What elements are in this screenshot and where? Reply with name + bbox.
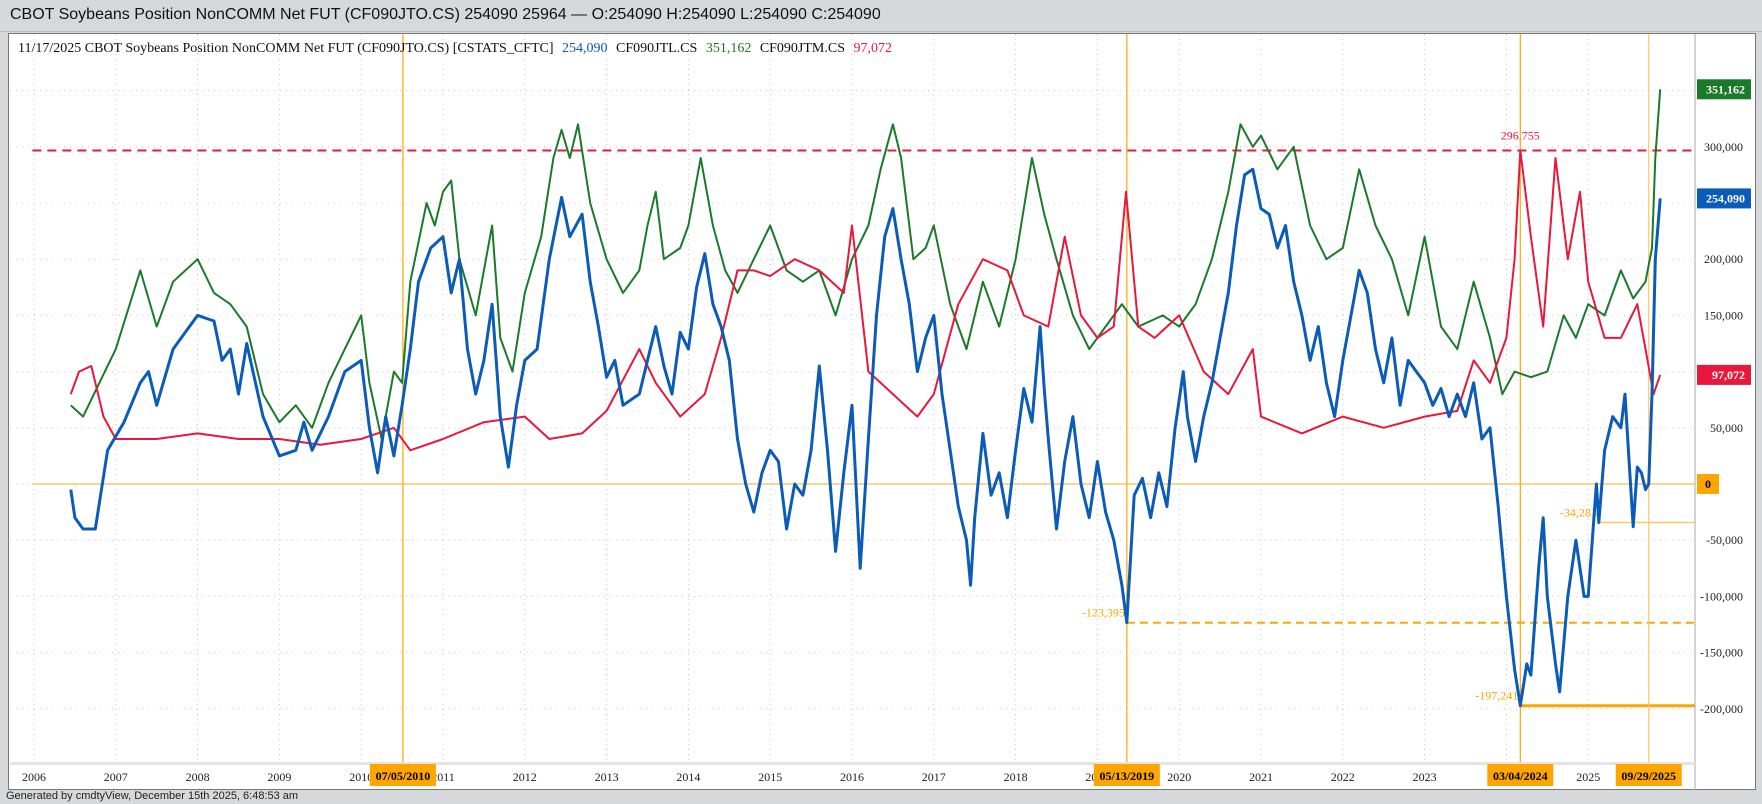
value-badges: 07/05/2010 05/13/2019 03/04/2024 09/29/2025… — [369, 79, 1751, 786]
x-tick-label: 2012 — [513, 770, 537, 784]
x-tick-label: 2008 — [186, 770, 210, 784]
legend-prefix: 11/17/2025 CBOT Soybeans Position NonCOM… — [18, 41, 554, 56]
x-tick-label: 2013 — [595, 770, 619, 784]
date-badge-label: 03/04/2024 — [1493, 769, 1548, 783]
x-tick-label: 2017 — [922, 770, 946, 784]
x-tick-label: 2021 — [1249, 770, 1273, 784]
horizontal-markers: 296,755-34,283-123,395-197,241 — [32, 128, 1695, 708]
last-value-label-long: 351,162 — [1706, 82, 1745, 96]
y-tick-label: -50,000 — [1706, 533, 1743, 547]
y-tick-label: 300,000 — [1704, 140, 1743, 154]
y-tick-label: 50,000 — [1710, 421, 1743, 435]
zero-badge-label: 0 — [1705, 477, 1711, 491]
series-lines — [69, 89, 1662, 708]
x-tick-label: 2007 — [104, 770, 128, 784]
x-axis-band — [10, 762, 1695, 765]
y-tick-label: 200,000 — [1704, 252, 1743, 266]
y-tick-label: -150,000 — [1700, 646, 1743, 660]
x-tick-label: 2015 — [758, 770, 782, 784]
x-tick-label: 2025 — [1576, 770, 1600, 784]
chart-svg[interactable]: 296,755-34,283-123,395-197,241 300,00020… — [0, 0, 1762, 804]
legend-short-value: 97,072 — [854, 41, 893, 56]
y-tick-label: 150,000 — [1704, 308, 1743, 322]
x-tick-label: 2006 — [22, 770, 46, 784]
series-line-short — [69, 149, 1662, 452]
date-badge-label: 07/05/2010 — [376, 769, 431, 783]
x-tick-label: 2010 — [349, 770, 373, 784]
marker-value-label: -197,241 — [1475, 689, 1518, 703]
x-tick-label: 2022 — [1331, 770, 1355, 784]
x-tick-label: 2020 — [1167, 770, 1191, 784]
footer: Generated by cmdtyView, December 15th 20… — [6, 790, 298, 802]
series-line-long — [70, 89, 1662, 440]
x-tick-label: 2009 — [267, 770, 291, 784]
date-badge-label: 05/13/2019 — [1100, 769, 1155, 783]
x-tick-label: 2018 — [1004, 770, 1028, 784]
x-tick-label: 2014 — [676, 770, 700, 784]
marker-value-label: -34,283 — [1560, 506, 1597, 520]
legend-long-symbol: CF090JTL.CS — [616, 41, 697, 56]
y-axis: 300,000 200,000 150,000 50,000 -50,000 -100,0… — [1694, 34, 1743, 790]
legend-net-value: 254,090 — [562, 41, 608, 56]
footer-text: Generated by cmdtyView, December 15th 20… — [6, 790, 299, 802]
x-axis: 2006 2007 2008 2009 2010 2011 2012 2013 2014 2015… — [10, 762, 1695, 784]
last-value-label-short: 97,072 — [1712, 368, 1745, 382]
y-tick-label: -200,000 — [1700, 702, 1743, 716]
y-tick-label: -100,000 — [1700, 589, 1743, 603]
legend: 11/17/2025 CBOT Soybeans Position NonCOM… — [18, 41, 892, 56]
legend-short-symbol: CF090JTM.CS — [760, 41, 845, 56]
marker-value-label: -123,395 — [1082, 606, 1125, 620]
date-badge-label: 09/29/2025 — [1621, 769, 1676, 783]
x-tick-label: 2023 — [1413, 770, 1437, 784]
legend-long-value: 351,162 — [706, 41, 752, 56]
x-tick-label: 2016 — [840, 770, 864, 784]
last-value-label-net: 254,090 — [1706, 191, 1745, 205]
